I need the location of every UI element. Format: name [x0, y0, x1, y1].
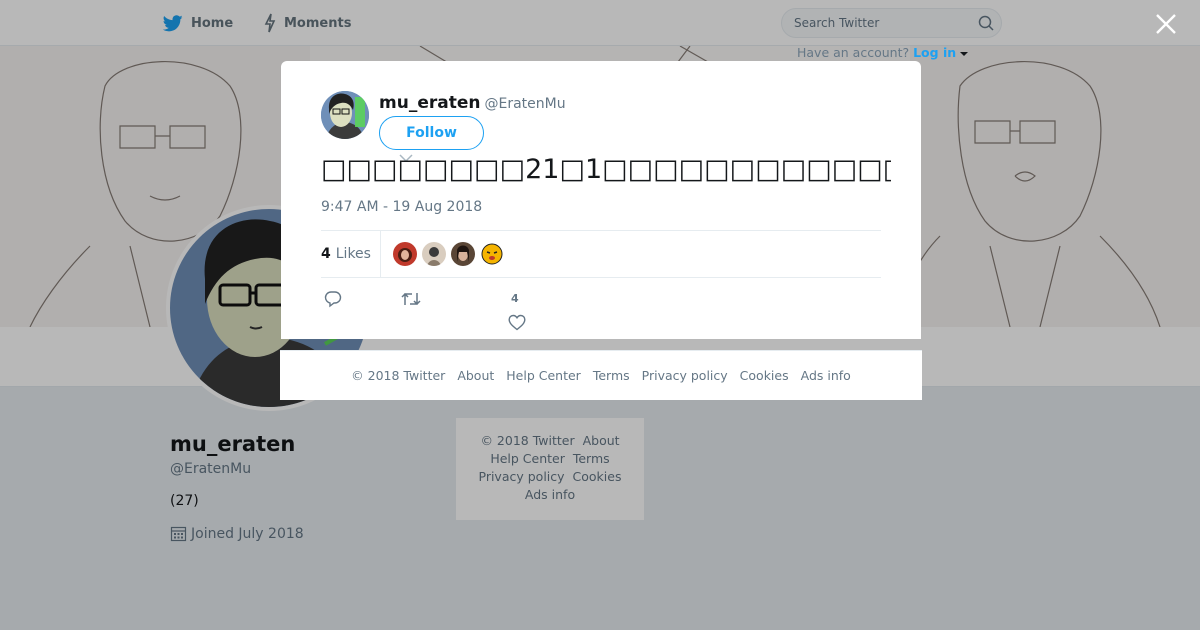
- close-button[interactable]: [1154, 12, 1178, 36]
- close-icon: [1156, 14, 1176, 34]
- like-button[interactable]: [508, 314, 526, 335]
- reply-icon: [324, 291, 342, 308]
- like-count: 4: [511, 292, 519, 305]
- tweet-actions: 4: [321, 289, 881, 333]
- tweet-author-handle[interactable]: @EratenMu: [484, 96, 565, 112]
- tweet-author-name[interactable]: mu_eraten: [379, 93, 480, 113]
- tweet-stats: 4 Likes: [321, 230, 881, 278]
- modal-footer-privacy-link[interactable]: Privacy policy: [642, 368, 728, 383]
- tweet-modal: mu_eraten @EratenMu Follow □□□□□□□□21□1□□…: [281, 61, 921, 339]
- retweet-icon: [401, 292, 421, 306]
- likes-label: Likes: [335, 246, 371, 262]
- login-prompt: Have an account? Log in: [797, 45, 969, 60]
- login-link[interactable]: Log in: [913, 45, 956, 60]
- liker-avatar-image: [451, 242, 475, 266]
- modal-footer-ads-link[interactable]: Ads info: [801, 368, 851, 383]
- retweet-button[interactable]: [401, 290, 421, 312]
- modal-footer: © 2018 Twitter About Help Center Terms P…: [280, 350, 922, 400]
- caret-down-icon: [960, 52, 969, 56]
- modal-footer-about-link[interactable]: About: [457, 368, 494, 383]
- likers-list: [393, 242, 509, 266]
- modal-footer-cookies-link[interactable]: Cookies: [740, 368, 789, 383]
- tweet-author: mu_eraten @EratenMu: [379, 93, 566, 113]
- avatar-illustration-small: [321, 91, 369, 139]
- modal-footer-copyright: © 2018 Twitter: [351, 368, 446, 383]
- tweet-author-avatar[interactable]: [321, 91, 369, 139]
- liker-avatar-image: [393, 242, 417, 266]
- modal-footer-help-link[interactable]: Help Center: [506, 368, 581, 383]
- liker-avatar[interactable]: [451, 242, 475, 266]
- heart-icon: [508, 314, 526, 331]
- liker-avatar[interactable]: [480, 242, 504, 266]
- tweet-text: □□□□□□□□21□1□□□□□□□□□□□□□□□□□□□□□□: [321, 154, 891, 185]
- liker-avatar[interactable]: [422, 242, 446, 266]
- follow-button[interactable]: Follow: [379, 116, 484, 150]
- modal-footer-terms-link[interactable]: Terms: [593, 368, 630, 383]
- tweet-timestamp[interactable]: 9:47 AM - 19 Aug 2018: [321, 199, 482, 215]
- likes-stat[interactable]: 4 Likes: [321, 231, 381, 277]
- liker-avatar-image: [422, 242, 446, 266]
- have-account-text: Have an account?: [797, 45, 910, 60]
- liker-avatar[interactable]: [393, 242, 417, 266]
- liker-avatar-image: [480, 242, 504, 266]
- reply-button[interactable]: [324, 290, 342, 312]
- likes-count: 4: [321, 246, 331, 262]
